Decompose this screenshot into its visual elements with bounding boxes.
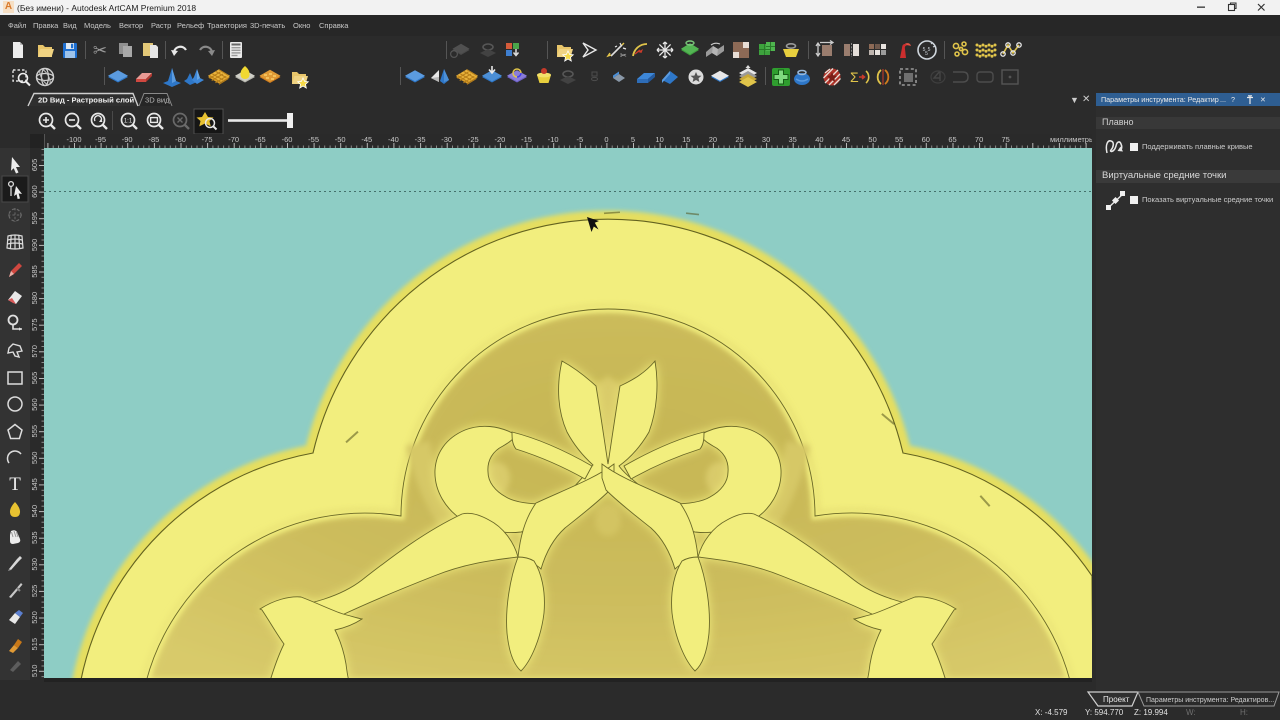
- svg-text:0: 0: [604, 135, 608, 144]
- svg-text:-40: -40: [388, 135, 399, 144]
- svg-text:5: 5: [928, 47, 931, 53]
- svg-text:50: 50: [868, 135, 876, 144]
- svg-text:75: 75: [1002, 135, 1010, 144]
- svg-text:Σ: Σ: [850, 69, 859, 85]
- svg-text:-25: -25: [468, 135, 479, 144]
- svg-text:3D вид: 3D вид: [145, 96, 170, 105]
- svg-text:525: 525: [30, 585, 39, 598]
- svg-text:-35: -35: [415, 135, 426, 144]
- svg-text:35: 35: [789, 135, 797, 144]
- svg-text:30: 30: [762, 135, 770, 144]
- svg-text:70: 70: [975, 135, 983, 144]
- svg-text:555: 555: [30, 425, 39, 438]
- svg-text:-30: -30: [441, 135, 452, 144]
- svg-text:595: 595: [30, 212, 39, 225]
- svg-text:-90: -90: [122, 135, 133, 144]
- svg-text:-60: -60: [282, 135, 293, 144]
- svg-text:580: 580: [30, 292, 39, 305]
- svg-text:515: 515: [30, 638, 39, 651]
- svg-text:590: 590: [30, 239, 39, 252]
- svg-text:575: 575: [30, 318, 39, 331]
- svg-text:545: 545: [30, 478, 39, 491]
- svg-text:40: 40: [815, 135, 823, 144]
- svg-text:15: 15: [682, 135, 690, 144]
- svg-text:565: 565: [30, 372, 39, 385]
- svg-text:570: 570: [30, 345, 39, 358]
- svg-text:Проект: Проект: [1103, 695, 1130, 704]
- svg-text:-80: -80: [175, 135, 186, 144]
- svg-text:-70: -70: [228, 135, 239, 144]
- svg-text:600: 600: [30, 185, 39, 198]
- svg-text:-15: -15: [521, 135, 532, 144]
- svg-text:2D Вид - Растровый слой: 2D Вид - Растровый слой: [38, 96, 134, 105]
- svg-text:10: 10: [655, 135, 663, 144]
- svg-text:65: 65: [948, 135, 956, 144]
- svg-text:60: 60: [922, 135, 930, 144]
- svg-text:585: 585: [30, 265, 39, 278]
- svg-text:-10: -10: [548, 135, 559, 144]
- svg-text:-55: -55: [308, 135, 319, 144]
- svg-text:-75: -75: [202, 135, 213, 144]
- svg-text:миллиметры: миллиметры: [1050, 135, 1092, 144]
- svg-text:605: 605: [30, 159, 39, 172]
- svg-text:560: 560: [30, 398, 39, 411]
- svg-text:-5: -5: [576, 135, 583, 144]
- svg-text:Параметры инструмента: Редакти: Параметры инструмента: Редактиров...: [1146, 697, 1274, 704]
- svg-text:55: 55: [895, 135, 903, 144]
- svg-text:550: 550: [30, 452, 39, 465]
- svg-text:535: 535: [30, 531, 39, 544]
- svg-text:✂: ✂: [620, 51, 627, 60]
- svg-text:-65: -65: [255, 135, 266, 144]
- svg-text:45: 45: [842, 135, 850, 144]
- svg-text:5: 5: [631, 135, 635, 144]
- svg-text:-45: -45: [361, 135, 372, 144]
- svg-text:T: T: [9, 474, 21, 495]
- svg-text:20: 20: [709, 135, 717, 144]
- svg-text:25: 25: [735, 135, 743, 144]
- svg-text:5: 5: [925, 51, 928, 57]
- svg-text:-95: -95: [95, 135, 106, 144]
- svg-text:540: 540: [30, 505, 39, 518]
- svg-text:510: 510: [30, 665, 39, 678]
- svg-text:-100: -100: [66, 135, 81, 144]
- svg-text:-85: -85: [148, 135, 159, 144]
- svg-text:1:1: 1:1: [124, 119, 133, 125]
- svg-text:520: 520: [30, 611, 39, 624]
- svg-text:-50: -50: [335, 135, 346, 144]
- svg-text:-20: -20: [494, 135, 505, 144]
- svg-text:✂: ✂: [93, 41, 107, 60]
- svg-text:530: 530: [30, 558, 39, 571]
